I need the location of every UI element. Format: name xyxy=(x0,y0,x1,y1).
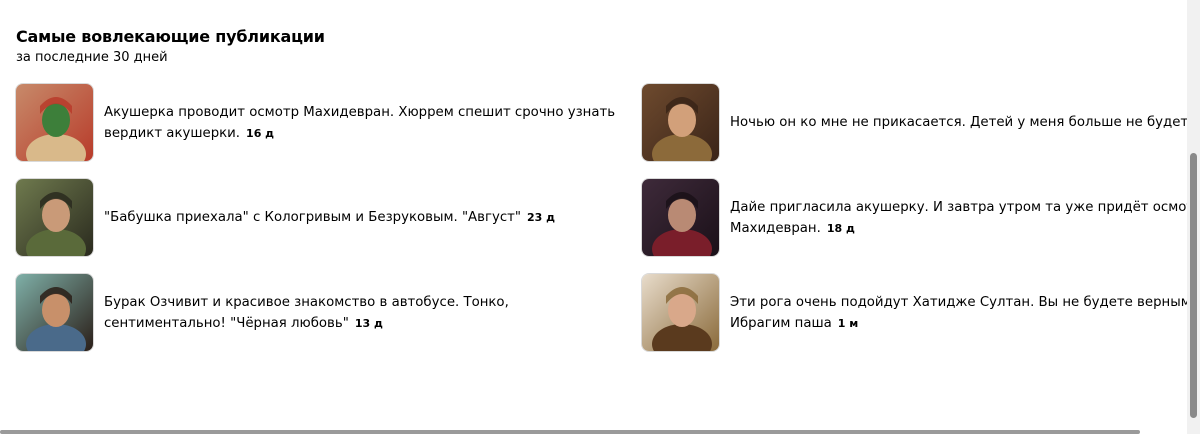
post-item[interactable]: "Бабушка приехала" с Кологривым и Безрук… xyxy=(16,179,642,274)
engaging-posts-widget: Самые вовлекающие публикации за последни… xyxy=(0,0,1200,434)
post-text-body: Бурак Озчивит и красивое знакомство в ав… xyxy=(104,292,629,334)
post-title[interactable]: Акушерка проводит осмотр Махидевран. Хюр… xyxy=(104,105,615,141)
post-title[interactable]: Бурак Озчивит и красивое знакомство в ав… xyxy=(104,295,509,331)
post-text-body: "Бабушка приехала" с Кологривым и Безрук… xyxy=(104,207,629,228)
post-text-body: Ночью он ко мне не прикасается. Детей у … xyxy=(730,112,1200,133)
woman-lying-red-dress-thumbnail[interactable] xyxy=(16,84,93,161)
man-portrait-thumbnail[interactable] xyxy=(16,274,93,351)
man-smiling-portrait-thumbnail[interactable] xyxy=(16,179,93,256)
woman-headpiece-portrait-thumbnail[interactable] xyxy=(642,84,719,161)
post-age: 18 д xyxy=(826,221,855,235)
post-text-body: Эти рога очень подойдут Хатидже Султан. … xyxy=(730,292,1200,334)
widget-subtitle: за последние 30 дней xyxy=(16,50,168,65)
posts-grid: Акушерка проводит осмотр Махидевран. Хюр… xyxy=(16,84,1200,369)
post-item[interactable]: Акушерка проводит осмотр Махидевран. Хюр… xyxy=(16,84,642,179)
horizontal-scrollbar[interactable] xyxy=(0,430,1140,434)
scrollbar-thumb[interactable] xyxy=(1190,153,1197,418)
post-text[interactable]: Эти рога очень подойдут Хатидже Султан. … xyxy=(730,274,1200,351)
woman-dark-hair-red-dress-thumbnail[interactable] xyxy=(642,179,719,256)
post-title[interactable]: Дайе пригласила акушерку. И завтра утром… xyxy=(730,200,1200,236)
woman-white-veil-portrait-thumbnail[interactable] xyxy=(642,274,719,351)
post-item[interactable]: Бурак Озчивит и красивое знакомство в ав… xyxy=(16,274,642,369)
post-age: 13 д xyxy=(354,316,383,330)
post-text-body: Акушерка проводит осмотр Махидевран. Хюр… xyxy=(104,102,629,144)
post-text-body: Дайе пригласила акушерку. И завтра утром… xyxy=(730,197,1200,239)
post-title[interactable]: Эти рога очень подойдут Хатидже Султан. … xyxy=(730,295,1200,331)
post-age: 23 д xyxy=(527,211,556,224)
post-age: 16 д xyxy=(246,126,275,140)
widget-title: Самые вовлекающие публикации xyxy=(16,27,325,46)
post-text[interactable]: Бурак Озчивит и красивое знакомство в ав… xyxy=(104,274,629,351)
post-item[interactable]: Эти рога очень подойдут Хатидже Султан. … xyxy=(642,274,1200,369)
post-title[interactable]: Ночью он ко мне не прикасается. Детей у … xyxy=(730,115,1192,130)
post-item[interactable]: Дайе пригласила акушерку. И завтра утром… xyxy=(642,179,1200,274)
post-age: 1 м xyxy=(837,316,859,330)
widget-header: Самые вовлекающие публикации за последни… xyxy=(16,27,325,67)
post-text[interactable]: Дайе пригласила акушерку. И завтра утром… xyxy=(730,179,1200,256)
post-title[interactable]: "Бабушка приехала" с Кологривым и Безрук… xyxy=(104,210,521,225)
post-item[interactable]: Ночью он ко мне не прикасается. Детей у … xyxy=(642,84,1200,179)
post-text[interactable]: Акушерка проводит осмотр Махидевран. Хюр… xyxy=(104,84,629,161)
post-text[interactable]: "Бабушка приехала" с Кологривым и Безрук… xyxy=(104,179,629,256)
vertical-scrollbar[interactable] xyxy=(1187,0,1200,434)
post-text[interactable]: Ночью он ко мне не прикасается. Детей у … xyxy=(730,84,1200,161)
